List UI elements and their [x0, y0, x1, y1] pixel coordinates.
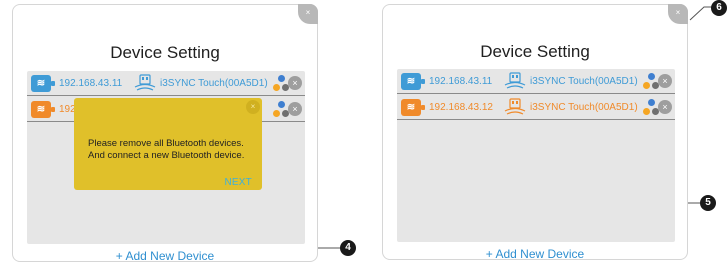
device-ip: 192.168.43.12 [429, 102, 493, 113]
close-icon[interactable]: × [658, 74, 672, 88]
bluetooth-popup: × Please remove all Bluetooth devices. A… [74, 98, 262, 190]
close-icon[interactable]: × [246, 100, 260, 114]
usb-dongle-icon [504, 98, 526, 115]
close-icon[interactable]: × [288, 102, 302, 116]
dialog-title: Device Setting [110, 43, 220, 62]
device-row[interactable]: ≋ 192.168.43.11 i3SYNC Touch(00A5D1) × [27, 71, 305, 96]
next-button[interactable]: NEXT [225, 177, 252, 188]
popup-message: Please remove all Bluetooth devices. And… [88, 138, 263, 162]
popup-message-line1: Please remove all Bluetooth devices. [88, 138, 244, 149]
device-row[interactable]: ≋ 192.168.43.12 i3SYNC Touch(00A5D1) × [397, 95, 675, 120]
device-setting-dialog-right: × Device Setting ≋ 192.168.43.11 i3SYNC … [382, 4, 688, 261]
dialog-title: Device Setting [480, 42, 590, 61]
callout-6: 6 [711, 0, 727, 16]
device-name: i3SYNC Touch(00A5D1) [530, 76, 638, 87]
device-name: i3SYNC Touch(00A5D1) [530, 102, 638, 113]
add-new-device-button[interactable]: + Add New Device [383, 247, 687, 261]
usb-dongle-icon [504, 72, 526, 89]
device-row[interactable]: ≋ 192.168.43.11 i3SYNC Touch(00A5D1) × [397, 69, 675, 94]
callout-6-leader [689, 6, 712, 21]
device-list: ≋ 192.168.43.11 i3SYNC Touch(00A5D1) × ≋… [397, 69, 675, 242]
popup-message-line2: And connect a new Bluetooth device. [88, 150, 245, 161]
callout-5: 5 [700, 195, 716, 211]
add-new-device-button[interactable]: + Add New Device [13, 249, 317, 263]
wifi-device-icon: ≋ [401, 73, 425, 90]
device-ip: 192.168.43.11 [429, 76, 493, 87]
close-icon[interactable]: × [298, 4, 318, 24]
device-ip: 192.168.43.11 [59, 78, 123, 89]
callout-4: 4 [340, 240, 356, 256]
usb-dongle-icon [134, 74, 156, 91]
wifi-device-icon: ≋ [401, 99, 425, 116]
close-icon[interactable]: × [668, 4, 688, 24]
close-icon[interactable]: × [658, 100, 672, 114]
device-name: i3SYNC Touch(00A5D1) [160, 78, 268, 89]
close-icon[interactable]: × [288, 76, 302, 90]
wifi-device-icon: ≋ [31, 75, 55, 92]
wifi-device-icon: ≋ [31, 101, 55, 118]
